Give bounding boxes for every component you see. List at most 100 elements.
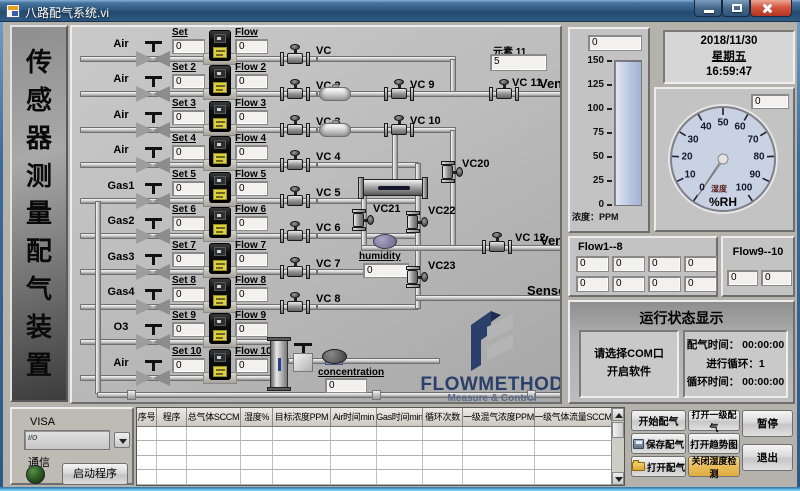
- table-cell[interactable]: [331, 456, 377, 470]
- vent-mid-label: Vent: [540, 233, 562, 248]
- column-header[interactable]: Air时间min: [331, 408, 377, 426]
- concentration-sensor-icon: [322, 349, 347, 364]
- set-input[interactable]: 0: [172, 110, 205, 125]
- table-cell[interactable]: [423, 441, 463, 455]
- table-cell[interactable]: [157, 441, 187, 455]
- table-cell[interactable]: [241, 470, 273, 484]
- flow-indicator: 0: [235, 74, 268, 89]
- gauge-tick-label: 90: [749, 170, 760, 181]
- set-input[interactable]: 0: [172, 322, 205, 337]
- save-gas-button[interactable]: 保存配气: [631, 433, 686, 454]
- visa-resource-combo[interactable]: I/O: [24, 430, 110, 450]
- table-scrollbar[interactable]: [611, 408, 624, 485]
- set-input[interactable]: 0: [172, 216, 205, 231]
- table-cell[interactable]: [535, 456, 611, 470]
- combo-dropdown-button[interactable]: [114, 432, 130, 448]
- flow-controller-icon: [209, 136, 231, 167]
- set-input[interactable]: 0: [172, 145, 205, 160]
- table-cell[interactable]: [463, 427, 535, 441]
- table-cell[interactable]: [377, 427, 423, 441]
- table-cell[interactable]: [187, 427, 241, 441]
- column-header[interactable]: 循环次数: [423, 408, 463, 426]
- table-cell[interactable]: [535, 441, 611, 455]
- column-header[interactable]: 程序: [157, 408, 187, 426]
- gauge-tick-label: 100: [736, 183, 753, 194]
- element11-input[interactable]: 5: [490, 54, 547, 71]
- set-input[interactable]: 0: [172, 74, 205, 89]
- column-header[interactable]: 湿度%: [241, 408, 273, 426]
- table-cell[interactable]: [137, 427, 157, 441]
- table-cell[interactable]: [377, 441, 423, 455]
- vc21-valve-icon: [351, 205, 375, 235]
- column-header[interactable]: 序号: [137, 408, 157, 426]
- table-cell[interactable]: [137, 441, 157, 455]
- table-cell[interactable]: [377, 470, 423, 484]
- exit-button[interactable]: 退出: [742, 444, 793, 471]
- table-cell[interactable]: [273, 470, 331, 484]
- visa-label: VISA: [30, 416, 55, 428]
- table-cell[interactable]: [423, 470, 463, 484]
- pipe-joint: [372, 390, 381, 400]
- open-primary-gas-button[interactable]: 打开一级配气: [688, 410, 740, 431]
- table-cell[interactable]: [187, 441, 241, 455]
- table-cell[interactable]: [273, 456, 331, 470]
- set-input[interactable]: 0: [172, 39, 205, 54]
- table-cell[interactable]: [535, 470, 611, 484]
- start-program-button[interactable]: 启动程序: [62, 463, 128, 485]
- column-header[interactable]: 一级混气浓度PPM: [463, 408, 535, 426]
- flow-display: 0: [761, 270, 792, 286]
- close-humidity-detect-button[interactable]: 关闭湿度检测: [688, 456, 740, 477]
- table-cell[interactable]: [273, 427, 331, 441]
- pipe: [317, 304, 419, 310]
- scroll-down-button[interactable]: [612, 472, 624, 485]
- table-cell[interactable]: [273, 441, 331, 455]
- table-cell[interactable]: [535, 427, 611, 441]
- vc23-label: VC23: [428, 260, 456, 272]
- table-cell[interactable]: [377, 456, 423, 470]
- table-cell[interactable]: [463, 470, 535, 484]
- column-header[interactable]: 总气体SCCM: [187, 408, 241, 426]
- table-cell[interactable]: [331, 441, 377, 455]
- vc11-label: VC 11: [512, 77, 542, 89]
- titlebar[interactable]: 八路配气系统.vi: [0, 0, 800, 22]
- table-cell[interactable]: [241, 441, 273, 455]
- program-table: 序号 程序 总气体SCCM 湿度% 目标浓度PPM Air时间min Gas时间…: [136, 407, 625, 486]
- table-cell[interactable]: [241, 456, 273, 470]
- scale-tick-label: 0: [572, 199, 604, 210]
- open-trend-button[interactable]: 打开趋势图: [688, 433, 740, 454]
- vc-valve-icon: [278, 186, 312, 208]
- flow-indicator: 0: [235, 181, 268, 196]
- table-cell[interactable]: [157, 470, 187, 484]
- maximize-button[interactable]: [722, 0, 750, 17]
- start-gas-button[interactable]: 开始配气: [631, 410, 686, 431]
- column-header[interactable]: 目标浓度PPM: [273, 408, 331, 426]
- scroll-up-button[interactable]: [612, 408, 624, 421]
- table-cell[interactable]: [137, 470, 157, 484]
- column-header[interactable]: Gas时间min: [377, 408, 423, 426]
- vent-top-label: Vent: [539, 76, 562, 91]
- table-cell[interactable]: [423, 456, 463, 470]
- table-cell[interactable]: [331, 470, 377, 484]
- table-cell[interactable]: [187, 470, 241, 484]
- table-cell[interactable]: [157, 427, 187, 441]
- table-cell[interactable]: [463, 441, 535, 455]
- pause-button[interactable]: 暂停: [742, 410, 793, 437]
- set-input[interactable]: 0: [172, 358, 205, 373]
- table-cell[interactable]: [137, 456, 157, 470]
- table-cell[interactable]: [463, 456, 535, 470]
- set-input[interactable]: 0: [172, 287, 205, 302]
- table-cell[interactable]: [187, 456, 241, 470]
- minimize-button[interactable]: [694, 0, 722, 17]
- close-button[interactable]: [750, 0, 792, 17]
- open-gas-button[interactable]: 打开配气: [631, 456, 686, 477]
- set-input[interactable]: 0: [172, 252, 205, 267]
- column-header[interactable]: 一级气体流量SCCM: [535, 408, 611, 426]
- set-input[interactable]: 0: [172, 181, 205, 196]
- table-cell[interactable]: [423, 427, 463, 441]
- table-header-row: 序号 程序 总气体SCCM 湿度% 目标浓度PPM Air时间min Gas时间…: [137, 408, 611, 427]
- table-cell[interactable]: [157, 456, 187, 470]
- table-cell[interactable]: [241, 427, 273, 441]
- scrollbar-thumb[interactable]: [612, 422, 624, 438]
- table-cell[interactable]: [331, 427, 377, 441]
- flow-display: 0: [576, 276, 609, 292]
